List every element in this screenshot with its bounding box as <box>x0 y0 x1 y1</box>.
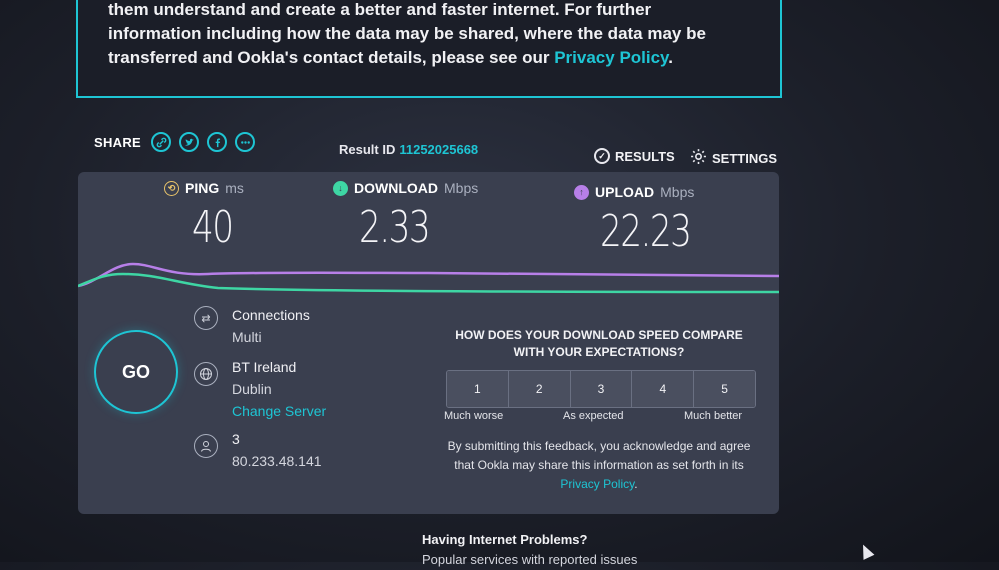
rating-option-1[interactable]: 1 <box>447 371 509 407</box>
feedback-text: By submitting this feedback, you acknowl… <box>447 439 751 472</box>
link-icon[interactable] <box>151 132 172 152</box>
ip-address: 80.233.48.141 <box>232 453 322 469</box>
rating-option-3[interactable]: 3 <box>570 371 633 407</box>
download-arrow-icon: ↓ <box>333 180 348 196</box>
check-circle-icon: ✓ <box>594 148 610 164</box>
host-info: 3 80.233.48.141 <box>232 428 322 472</box>
notice-line-3-end: . <box>668 48 673 67</box>
results-label: RESULTS <box>615 148 675 164</box>
gear-icon <box>690 148 707 168</box>
ping-icon: ⟲ <box>164 180 179 196</box>
isp-name: BT Ireland <box>232 359 297 375</box>
facebook-icon[interactable] <box>207 132 228 152</box>
rating-low-label: Much worse <box>444 410 504 422</box>
download-graph-line <box>78 272 779 294</box>
help-subheading: Popular services with reported issues <box>422 552 638 567</box>
go-button[interactable]: GO <box>94 330 178 414</box>
results-button[interactable]: ✓ RESULTS <box>594 148 675 164</box>
result-id-label: Result ID <box>339 142 396 157</box>
share-row: SHARE <box>94 132 256 152</box>
upload-value: 22.23 <box>600 206 692 257</box>
rating-option-2[interactable]: 2 <box>508 371 571 407</box>
download-value: 2.33 <box>359 202 431 253</box>
notice-line-1: them understand and create a better and … <box>108 0 652 19</box>
download-label: DOWNLOAD <box>354 180 438 196</box>
internet-problems-section: Having Internet Problems? Popular servic… <box>422 530 637 570</box>
upload-label: UPLOAD <box>595 184 655 200</box>
ping-value: 40 <box>192 202 234 253</box>
upload-arrow-icon: ↑ <box>574 184 589 200</box>
ping-unit: ms <box>225 180 244 196</box>
change-server-link[interactable]: Change Server <box>232 400 326 422</box>
mouse-cursor-icon <box>857 542 875 560</box>
rating-mid-label: As expected <box>563 410 624 422</box>
connections-icon: ⇄ <box>194 306 218 330</box>
feedback-privacy-link[interactable]: Privacy Policy <box>560 477 634 491</box>
result-id: Result ID 11252025668 <box>339 142 478 157</box>
ping-metric: ⟲ PING ms 40 <box>164 180 244 253</box>
download-unit: Mbps <box>444 180 479 196</box>
speed-graph <box>78 262 779 294</box>
ping-label: PING <box>185 180 220 196</box>
results-panel: ⟲ PING ms 40 ↓ DOWNLOAD Mbps 2.33 ↑ UPLO… <box>78 172 779 514</box>
connections-label: Connections <box>232 307 310 323</box>
notice-line-2: information including how the data may b… <box>108 24 706 43</box>
download-metric: ↓ DOWNLOAD Mbps 2.33 <box>333 180 478 253</box>
rating-scale: 1 2 3 4 5 <box>446 370 756 408</box>
settings-button[interactable]: SETTINGS <box>690 148 777 168</box>
result-id-value[interactable]: 11252025668 <box>399 142 478 157</box>
host-name: 3 <box>232 431 240 447</box>
privacy-notice-text: them understand and create a better and … <box>108 0 748 70</box>
connections-value[interactable]: Multi <box>232 326 310 348</box>
survey-question: HOW DOES YOUR DOWNLOAD SPEED COMPARE WIT… <box>455 328 743 359</box>
settings-label: SETTINGS <box>712 150 778 166</box>
notice-line-3: transferred and Ookla's contact details,… <box>108 48 555 67</box>
user-icon <box>194 434 218 458</box>
server-location: Dublin <box>232 381 272 397</box>
rating-option-5[interactable]: 5 <box>694 371 755 407</box>
share-label: SHARE <box>94 134 142 150</box>
upload-unit: Mbps <box>660 184 695 200</box>
help-heading: Having Internet Problems? <box>422 532 588 547</box>
globe-icon <box>194 362 218 386</box>
rating-option-4[interactable]: 4 <box>632 371 695 407</box>
twitter-icon[interactable] <box>179 132 200 152</box>
feedback-disclaimer: By submitting this feedback, you acknowl… <box>444 437 754 494</box>
feedback-end: . <box>634 477 638 491</box>
privacy-policy-link[interactable]: Privacy Policy <box>554 48 668 67</box>
connections-info: Connections Multi <box>232 304 310 348</box>
server-info: BT Ireland Dublin Change Server <box>232 356 326 422</box>
more-icon[interactable] <box>235 132 256 152</box>
privacy-notice: them understand and create a better and … <box>76 0 782 98</box>
upload-metric: ↑ UPLOAD Mbps 22.23 <box>574 184 716 257</box>
rating-high-label: Much better <box>684 410 743 422</box>
